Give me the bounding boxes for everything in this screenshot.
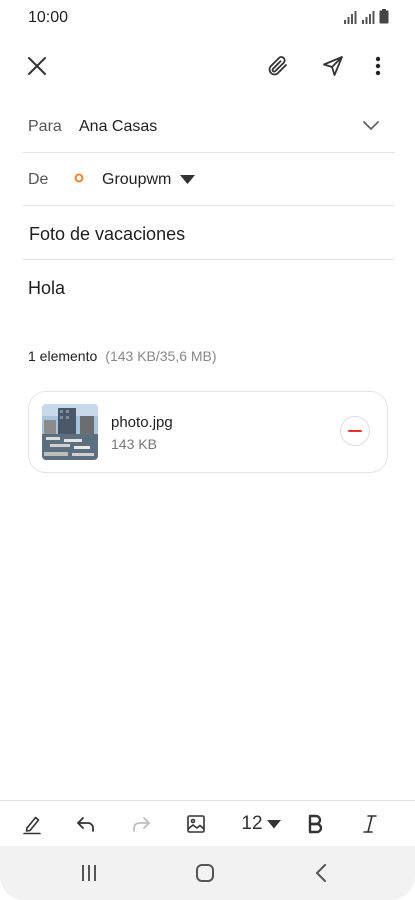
remove-attachment-button[interactable] <box>340 416 370 446</box>
chevron-down-icon <box>363 121 379 131</box>
from-account[interactable]: Groupwm <box>102 171 171 189</box>
pen-button[interactable] <box>14 801 50 847</box>
attachment-file-size: 143 KB <box>111 436 157 452</box>
insert-image-button[interactable] <box>178 801 214 847</box>
redo-button[interactable] <box>123 801 159 847</box>
more-options-button[interactable] <box>356 44 400 88</box>
signal-icon <box>344 11 357 24</box>
caret-down-icon <box>266 819 281 828</box>
attachment-file-name: photo.jpg <box>111 414 173 431</box>
message-body[interactable]: Hola <box>28 278 65 299</box>
send-icon <box>323 56 343 76</box>
recents-button[interactable] <box>59 846 119 900</box>
to-recipient[interactable]: Ana Casas <box>79 118 157 136</box>
back-icon <box>316 864 326 882</box>
italic-button[interactable] <box>352 801 388 847</box>
image-icon <box>187 815 205 833</box>
from-field[interactable]: De Groupwm <box>22 153 395 206</box>
back-button[interactable] <box>291 846 351 900</box>
remove-attachment-icon <box>348 429 362 433</box>
compose-toolbar <box>0 44 415 88</box>
status-time: 10:00 <box>28 9 69 26</box>
attach-button[interactable] <box>256 44 300 88</box>
to-field[interactable]: Para Ana Casas <box>22 100 395 153</box>
font-size-selector[interactable]: 12 <box>236 801 286 847</box>
system-navigation-bar <box>0 846 415 900</box>
more-vert-icon <box>375 56 381 76</box>
attachment-card[interactable]: photo.jpg 143 KB <box>28 391 388 473</box>
to-label: Para <box>28 118 62 135</box>
formatting-toolbar: 12 <box>0 800 415 846</box>
bold-button[interactable] <box>297 801 333 847</box>
attachment-size-summary: (143 KB/35,6 MB) <box>105 348 217 364</box>
undo-icon <box>77 817 94 832</box>
status-icons <box>343 9 389 24</box>
battery-icon <box>379 9 389 24</box>
recents-icon <box>82 865 96 881</box>
font-size-value: 12 <box>241 813 263 834</box>
from-label: De <box>28 171 49 188</box>
account-ring-icon <box>74 173 84 183</box>
undo-button[interactable] <box>68 801 104 847</box>
signal-icon <box>362 11 375 24</box>
subject-field[interactable]: Foto de vacaciones <box>22 206 395 260</box>
send-button[interactable] <box>311 44 355 88</box>
attachment-thumbnail <box>42 404 98 460</box>
expand-recipients-button[interactable] <box>362 116 386 136</box>
redo-icon <box>133 817 150 832</box>
bold-icon <box>308 814 323 834</box>
close-button[interactable] <box>15 44 59 88</box>
attachment-summary: 1 elemento (143 KB/35,6 MB) <box>28 348 217 364</box>
home-icon <box>196 864 214 882</box>
home-button[interactable] <box>175 846 235 900</box>
close-icon <box>28 57 46 75</box>
subject-text[interactable]: Foto de vacaciones <box>29 224 185 245</box>
paperclip-icon <box>268 56 287 76</box>
italic-icon <box>363 815 377 833</box>
pen-icon <box>23 816 41 835</box>
status-bar: 10:00 <box>0 0 415 36</box>
attachment-count: 1 elemento <box>28 348 98 364</box>
caret-down-icon[interactable] <box>180 175 195 185</box>
